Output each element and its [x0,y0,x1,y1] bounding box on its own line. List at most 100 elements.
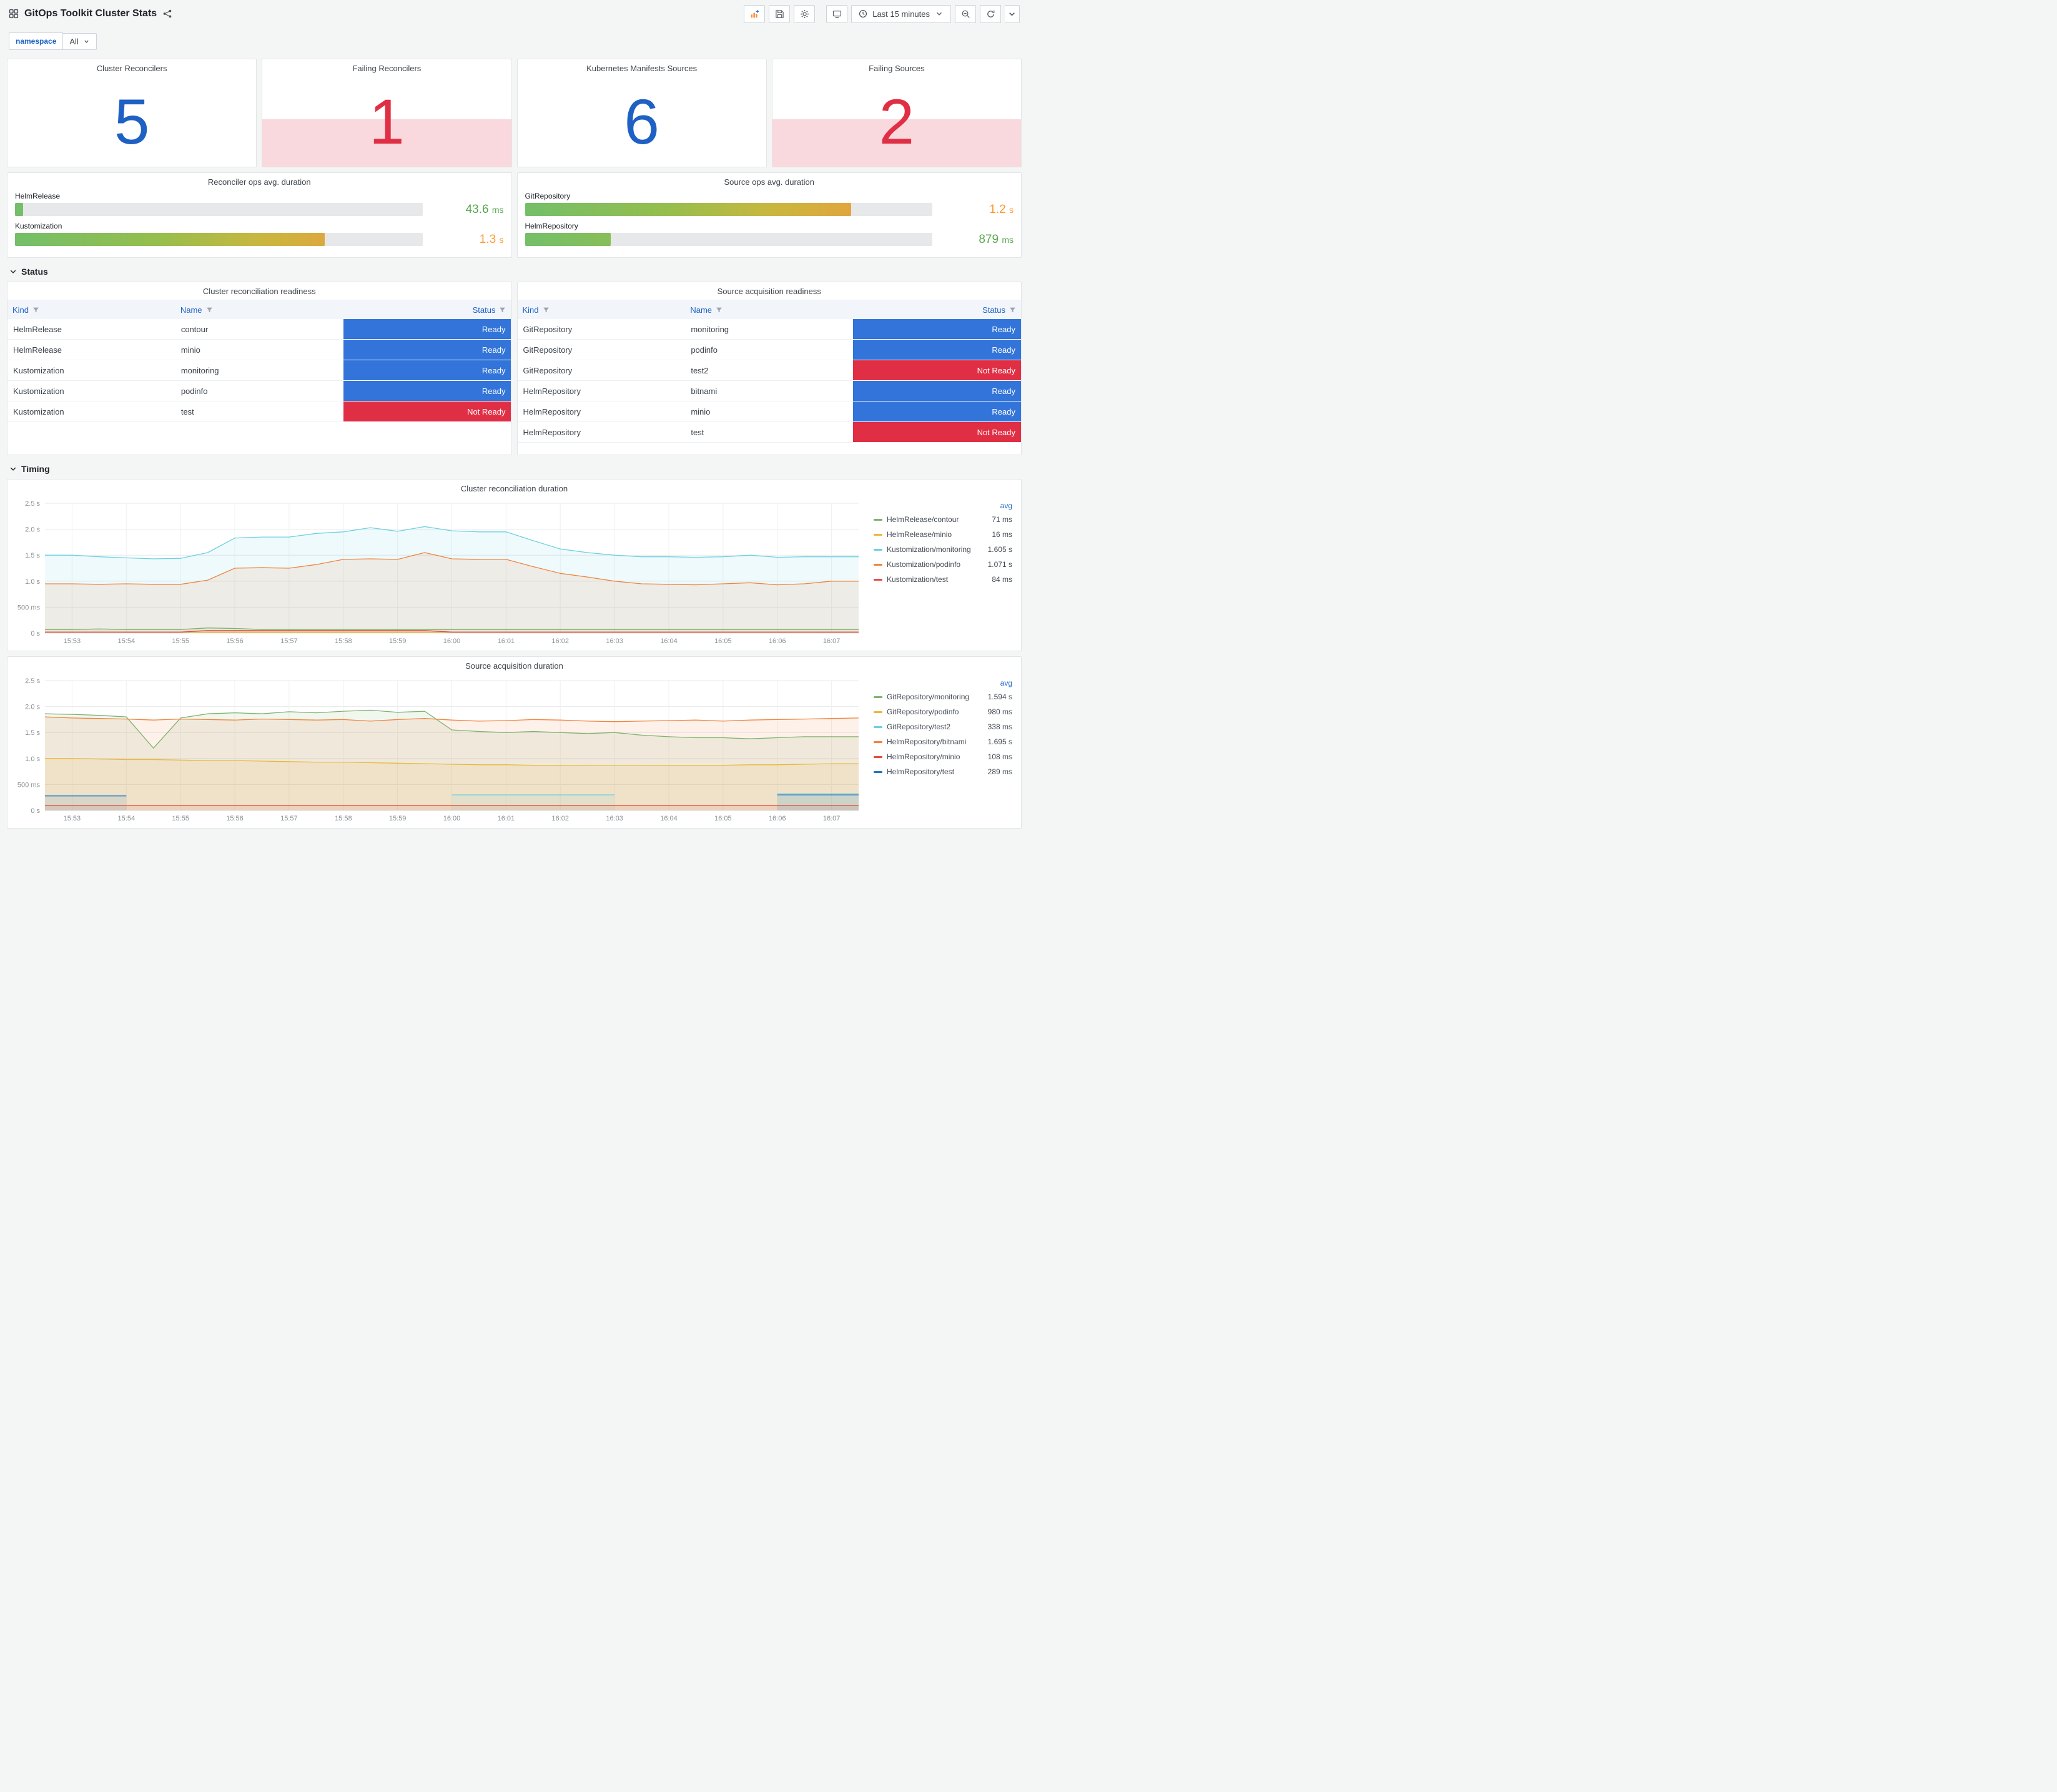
stat-value: 6 [624,86,659,157]
legend-item[interactable]: GitRepository/monitoring 1.594 s [874,689,1012,704]
panel-title[interactable]: Source ops avg. duration [518,173,1022,190]
svg-text:15:59: 15:59 [389,815,407,822]
clock-icon [859,9,867,18]
svg-text:1.5 s: 1.5 s [25,729,40,737]
series-avg-value: 108 ms [987,752,1012,761]
refresh-interval-dropdown[interactable] [1005,4,1020,23]
series-name: GitRepository/monitoring [887,692,970,701]
chevron-down-icon [84,40,89,43]
gauge-value: 879 ms [979,233,1014,246]
panel-title[interactable]: Failing Reconcilers [262,59,511,77]
cell-kind: Kustomization [7,401,175,422]
refresh-button[interactable] [980,4,1001,23]
svg-text:16:00: 16:00 [443,638,461,645]
panel-title[interactable]: Reconciler ops avg. duration [7,173,511,190]
series-avg-value: 71 ms [992,515,1012,524]
section-header-status[interactable]: Status [4,260,1024,279]
section-header-timing[interactable]: Timing [4,458,1024,476]
cell-name: podinfo [175,381,343,401]
svg-text:16:06: 16:06 [769,638,786,645]
series-avg-value: 84 ms [992,575,1012,584]
namespace-select[interactable]: All [63,32,97,50]
legend-item[interactable]: HelmRepository/bitnami 1.695 s [874,734,1012,749]
filter-icon [33,307,39,312]
svg-text:15:58: 15:58 [335,638,352,645]
cycle-view-mode-button[interactable] [826,4,848,23]
panel-title[interactable]: Failing Sources [772,59,1021,77]
dashboard-grid-icon[interactable] [9,9,19,19]
legend-item[interactable]: HelmRelease/minio 16 ms [874,527,1012,542]
status-badge: Ready [853,401,1021,422]
dashboard-submenu: namespace All [0,27,1028,56]
column-header-status[interactable]: Status [853,300,1021,319]
svg-text:15:54: 15:54 [118,815,136,822]
svg-text:1.0 s: 1.0 s [25,578,40,586]
panel-title[interactable]: Cluster reconciliation duration [7,480,1021,497]
column-header-status[interactable]: Status [343,300,511,319]
column-header-kind[interactable]: Kind [518,300,686,319]
legend-item[interactable]: GitRepository/podinfo 980 ms [874,704,1012,719]
panel-title[interactable]: Source acquisition duration [7,657,1021,674]
table-header-row: Kind Name Status [517,300,1021,319]
svg-text:16:04: 16:04 [660,638,678,645]
gauge-fill [525,203,851,216]
svg-text:15:59: 15:59 [389,638,407,645]
svg-text:16:04: 16:04 [660,815,678,822]
time-series-plot[interactable]: 0 s 500 ms 1.0 s 1.5 s 2.0 s 2.5 s 15:53 15:54 1… [12,497,867,648]
series-avg-value: 1.695 s [987,737,1012,746]
time-range-picker[interactable]: Last 15 minutes [851,4,951,23]
chart-legend: avg HelmRelease/contour 71 ms HelmRelease/m… [867,497,1016,648]
cell-name: test2 [685,360,854,381]
stat-panel-kubernetes-manifests-sources: Kubernetes Manifests Sources 6 [516,59,767,167]
gauge-label: HelmRepository [525,222,578,230]
svg-text:15:56: 15:56 [226,815,244,822]
status-badge: Ready [343,340,511,360]
legend-item[interactable]: Kustomization/test 84 ms [874,572,1012,587]
legend-avg-header[interactable]: avg [874,500,1012,512]
dashboard-grid: Cluster Reconcilers 5 Failing Reconciler… [0,56,1028,837]
legend-item[interactable]: Kustomization/podinfo 1.071 s [874,557,1012,572]
legend-item[interactable]: HelmRepository/minio 108 ms [874,749,1012,764]
panel-reconciler-ops-avg-duration: Reconciler ops avg. duration HelmRelease… [7,172,512,258]
column-header-name[interactable]: Name [175,300,343,319]
cell-kind: HelmRelease [7,340,175,360]
panel-title[interactable]: Kubernetes Manifests Sources [518,59,766,77]
svg-text:2.0 s: 2.0 s [25,526,40,534]
table-row: HelmRelease minio Ready [7,340,511,360]
zoom-out-button[interactable] [955,4,976,23]
table-row: GitRepository monitoring Ready [517,319,1022,340]
panel-title[interactable]: Cluster Reconcilers [7,59,256,77]
namespace-selected-value: All [69,36,79,46]
dashboard-settings-button[interactable] [794,4,816,23]
table-row: HelmRepository bitnami Ready [517,381,1022,401]
column-header-kind[interactable]: Kind [7,300,175,319]
svg-text:16:02: 16:02 [551,815,569,822]
legend-item[interactable]: HelmRelease/contour 71 ms [874,512,1012,527]
series-color-mark [874,518,882,521]
gauge-track [15,203,423,216]
table-row: Kustomization podinfo Ready [7,381,511,401]
series-color-mark [874,533,882,536]
cell-kind: GitRepository [517,319,686,340]
add-panel-button[interactable] [744,4,766,23]
chevron-down-icon [10,467,16,471]
panel-title[interactable]: Cluster reconciliation readiness [7,282,511,300]
legend-item[interactable]: Kustomization/monitoring 1.605 s [874,542,1012,557]
cell-name: minio [175,340,343,360]
svg-text:16:07: 16:07 [823,638,841,645]
time-series-plot[interactable]: 0 s 500 ms 1.0 s 1.5 s 2.0 s 2.5 s 15:53 15:54 1… [12,674,867,825]
cell-kind: HelmRepository [517,422,686,443]
svg-text:15:56: 15:56 [226,638,244,645]
gauge-track [525,233,932,246]
column-header-name[interactable]: Name [685,300,853,319]
legend-item[interactable]: HelmRepository/test 289 ms [874,764,1012,779]
legend-item[interactable]: GitRepository/test2 338 ms [874,719,1012,734]
save-dashboard-button[interactable] [769,4,791,23]
series-avg-value: 1.594 s [987,692,1012,701]
cell-name: test [685,422,854,443]
share-icon[interactable] [162,9,172,19]
svg-text:16:05: 16:05 [714,815,732,822]
legend-avg-header[interactable]: avg [874,677,1012,689]
series-color-mark [874,563,882,566]
panel-title[interactable]: Source acquisition readiness [518,282,1022,300]
